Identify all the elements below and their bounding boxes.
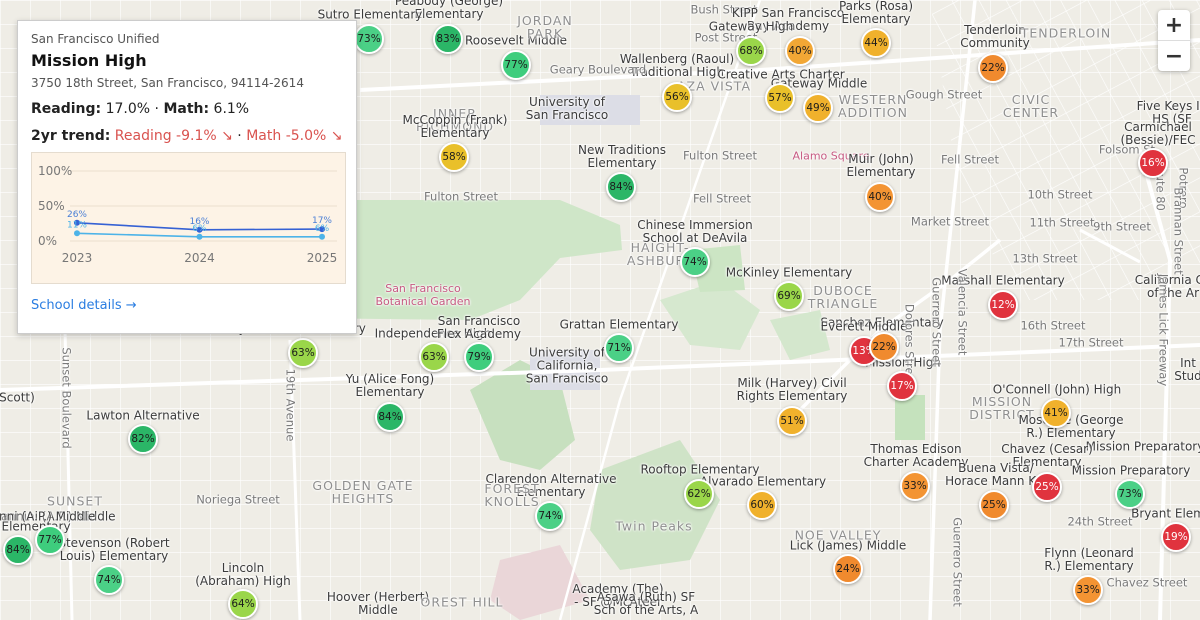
school-marker[interactable]: 22% <box>869 332 899 362</box>
school-marker[interactable]: 82% <box>128 424 158 454</box>
usf-campus <box>540 95 640 125</box>
trend-reading: Reading -9.1% ↘ <box>114 128 233 144</box>
school-marker[interactable]: 49% <box>803 93 833 123</box>
school-marker[interactable]: 84% <box>606 172 636 202</box>
school-marker[interactable]: 56% <box>662 82 692 112</box>
trend-label: 2yr trend: <box>31 128 111 144</box>
school-marker[interactable]: 17% <box>887 371 917 401</box>
data-point <box>74 230 80 237</box>
school-marker[interactable]: 63% <box>419 342 449 372</box>
school-marker[interactable]: 73% <box>1115 479 1145 509</box>
trend-chart-svg: 100%50%0%2023 2024 202526%16% 17%11% 6% 6% <box>38 164 338 265</box>
school-marker[interactable]: 63% <box>288 338 318 368</box>
zoom-out-button[interactable]: − <box>1158 40 1190 71</box>
school-marker[interactable]: 41% <box>1041 398 1071 428</box>
school-details-link[interactable]: School details → <box>31 298 343 313</box>
school-marker[interactable]: 83% <box>433 24 463 54</box>
district-name: San Francisco Unified <box>31 32 160 46</box>
trend-math: Math -5.0% ↘ <box>246 128 343 144</box>
school-marker[interactable]: 64% <box>228 589 258 619</box>
data-point <box>319 233 325 240</box>
school-marker[interactable]: 73% <box>354 24 384 54</box>
school-marker[interactable]: 84% <box>375 402 405 432</box>
school-marker[interactable]: 68% <box>736 36 766 66</box>
trend-row: 2yr trend: Reading -9.1% ↘ · Math -5.0% … <box>31 128 343 144</box>
school-marker[interactable]: 57% <box>765 83 795 113</box>
school-marker[interactable]: 51% <box>777 406 807 436</box>
dolores-park <box>895 395 925 440</box>
school-marker[interactable]: 69% <box>774 281 804 311</box>
school-marker[interactable]: 33% <box>900 471 930 501</box>
reading-label: Reading: <box>31 101 102 117</box>
trend-chart: 100% 50% 0% 2023 2024 2025 26% 16% 17% 11% 6% 6% <box>31 152 346 284</box>
school-marker[interactable]: 25% <box>979 490 1009 520</box>
y-tick-label: 50% <box>38 199 65 213</box>
zoom-control: + − <box>1158 10 1190 71</box>
scores-separator: · <box>150 101 164 117</box>
school-marker[interactable]: 74% <box>94 565 124 595</box>
data-label: 26% <box>67 210 87 220</box>
math-label: Math: <box>163 101 210 117</box>
school-marker[interactable]: 74% <box>680 247 710 277</box>
school-marker[interactable]: 25% <box>1032 472 1062 502</box>
school-marker[interactable]: 24% <box>833 554 863 584</box>
school-marker[interactable]: 71% <box>604 333 634 363</box>
y-tick-label: 0% <box>38 234 57 248</box>
reading-value: 17.0% <box>105 101 151 117</box>
math-value: 6.1% <box>213 101 250 117</box>
school-marker[interactable]: 60% <box>747 490 777 520</box>
school-marker[interactable]: 58% <box>439 142 469 172</box>
school-address: 3750 18th Street, San Francisco, 94114-2… <box>31 76 304 90</box>
x-tick-label: 2025 <box>307 251 338 265</box>
x-tick-label: 2023 <box>62 251 93 265</box>
school-marker[interactable]: 84% <box>3 535 33 565</box>
school-marker[interactable]: 77% <box>501 50 531 80</box>
data-label: 11% <box>67 220 87 230</box>
data-label: 6% <box>192 224 207 234</box>
school-marker[interactable]: 40% <box>865 182 895 212</box>
school-marker[interactable]: 62% <box>684 479 714 509</box>
school-marker[interactable]: 74% <box>535 501 565 531</box>
school-popup: San Francisco Unified Mission High 3750 … <box>17 20 357 334</box>
school-marker[interactable]: 12% <box>988 290 1018 320</box>
school-marker[interactable]: 33% <box>1073 575 1103 605</box>
school-marker[interactable]: 77% <box>35 525 65 555</box>
scores-row: Reading: 17.0% · Math: 6.1% <box>31 101 343 117</box>
school-marker[interactable]: 40% <box>785 36 815 66</box>
school-marker[interactable]: 22% <box>978 53 1008 83</box>
data-point <box>196 233 203 240</box>
school-marker[interactable]: 19% <box>1161 522 1191 552</box>
data-label: 6% <box>315 224 330 234</box>
school-marker[interactable]: 79% <box>464 342 494 372</box>
school-name: Mission High <box>31 51 147 70</box>
x-tick-label: 2024 <box>184 251 215 265</box>
zoom-in-button[interactable]: + <box>1158 10 1190 40</box>
school-marker[interactable]: 44% <box>861 28 891 58</box>
school-marker[interactable]: 16% <box>1138 148 1168 178</box>
trend-separator: · <box>232 128 247 144</box>
y-tick-label: 100% <box>38 164 72 178</box>
